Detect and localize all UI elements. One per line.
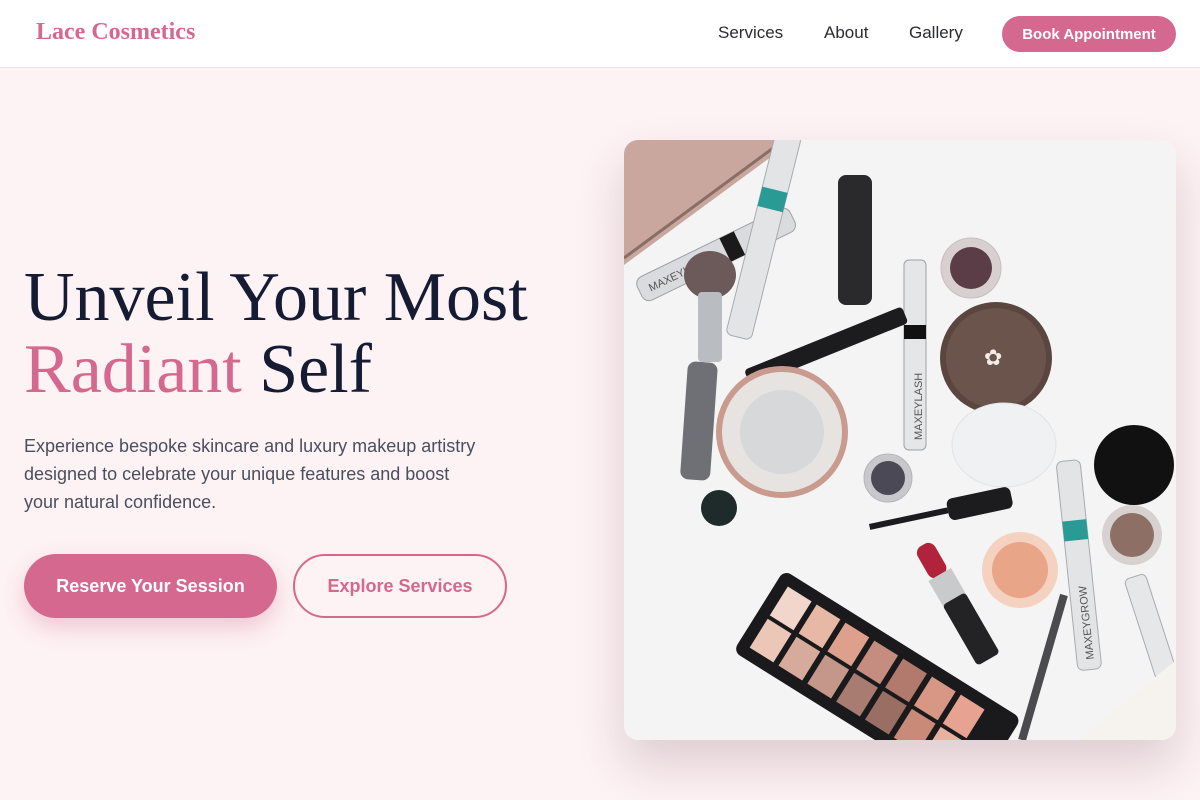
mini-pot [701,490,737,526]
nav-link-services[interactable]: Services [718,23,783,43]
hero-title-accent: Radiant [24,331,242,408]
svg-text:✿: ✿ [984,345,1002,370]
top-navigation-bar: Lace Cosmetics Services About Gallery Bo… [0,0,1200,68]
reserve-session-button[interactable]: Reserve Your Session [24,554,277,618]
hero-subtitle: Experience bespoke skincare and luxury m… [24,436,476,512]
brand-logo[interactable]: Lace Cosmetics [36,19,195,46]
nav-link-gallery[interactable]: Gallery [909,23,963,43]
black-pot [1094,425,1174,505]
product-label-vertical: MAXEYLASH [913,373,925,440]
makeup-flatlay-illustration: MAXEYLASH MAXEYLASH ✿ MAXEYGROW [624,140,1176,740]
explore-services-button[interactable]: Explore Services [293,554,507,618]
book-appointment-button[interactable]: Book Appointment [1002,16,1176,52]
hero-title-end: Self [241,331,372,408]
hero-title-line1: Unveil Your Most [24,259,528,336]
eyeliner-black [838,175,872,305]
hero-makeup-image: MAXEYLASH MAXEYLASH ✿ MAXEYGROW [624,140,1176,740]
hero-title: Unveil Your Most Radiant Self [24,262,528,406]
rose-gold-compact [716,366,848,498]
nav-link-about[interactable]: About [824,23,868,43]
